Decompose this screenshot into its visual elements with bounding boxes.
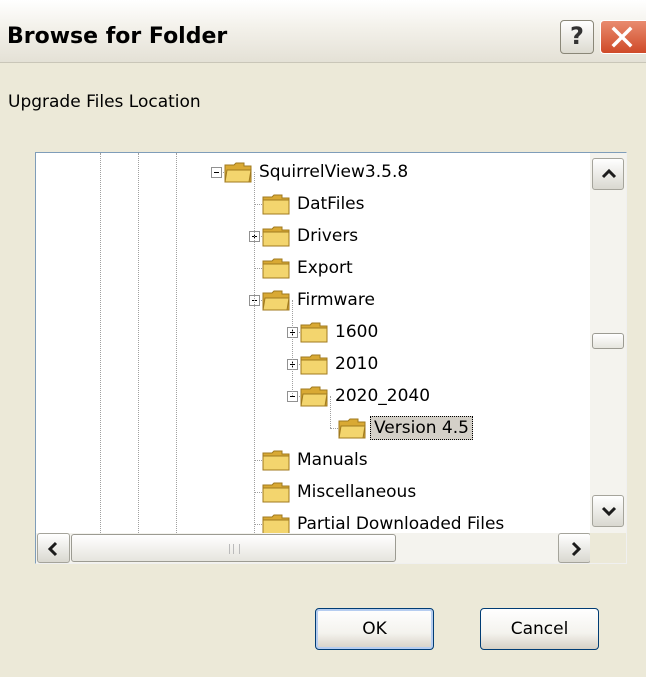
cancel-button[interactable]: Cancel (480, 608, 599, 650)
tree-connector (254, 268, 262, 269)
tree-item-label[interactable]: Manuals (294, 449, 371, 471)
tree-item-label[interactable]: 2020_2040 (332, 385, 433, 407)
tree-item-label[interactable]: Drivers (294, 225, 361, 247)
grip-icon (229, 544, 240, 554)
tree-connector (254, 524, 262, 525)
help-icon: ? (570, 22, 584, 50)
title-bar[interactable]: Browse for Folder ? (0, 0, 646, 63)
tree-connector (254, 492, 262, 493)
ok-button[interactable]: OK (315, 608, 434, 650)
tree-item-label[interactable]: Firmware (294, 289, 378, 311)
folder-icon (300, 353, 328, 375)
tree-guide-line (100, 153, 101, 533)
tree-connector (330, 396, 331, 428)
tree-item-label[interactable]: 1600 (332, 321, 381, 343)
folder-icon (338, 417, 366, 439)
chevron-down-icon (601, 506, 617, 517)
folder-icon (262, 289, 290, 311)
horizontal-scrollbar[interactable] (36, 533, 592, 563)
tree-item-label[interactable]: Version 4.5 (370, 416, 473, 440)
tree-item-label[interactable]: Export (294, 257, 356, 279)
folder-icon (262, 225, 290, 247)
help-button[interactable]: ? (560, 20, 594, 54)
tree-connector (292, 300, 293, 396)
tree-connector (330, 428, 338, 429)
tree-item-label[interactable]: Partial Downloaded Files (294, 513, 507, 535)
tree-connector (254, 172, 255, 541)
scroll-right-button[interactable] (558, 533, 591, 563)
folder-icon (300, 385, 328, 407)
tree-item-label[interactable]: 2010 (332, 353, 381, 375)
tree-connector (254, 460, 262, 461)
window-title: Browse for Folder (7, 24, 228, 49)
prompt-label: Upgrade Files Location (8, 92, 201, 112)
vertical-scrollbar[interactable] (590, 153, 626, 533)
scroll-left-button[interactable] (37, 533, 70, 563)
tree-guide-line (176, 153, 177, 533)
tree-item-label[interactable]: DatFiles (294, 193, 367, 215)
collapse-icon[interactable] (211, 167, 222, 178)
folder-icon (262, 513, 290, 535)
folder-icon (262, 257, 290, 279)
chevron-right-icon (571, 541, 582, 557)
tree-connector (254, 204, 262, 205)
chevron-left-icon (47, 541, 58, 557)
scroll-up-button[interactable] (592, 158, 624, 190)
tree-item-label[interactable]: SquirrelView3.5.8 (256, 161, 411, 183)
folder-icon (300, 321, 328, 343)
scrollbar-corner (590, 533, 626, 563)
tree-guide-line (138, 153, 139, 533)
browse-for-folder-dialog: Browse for Folder ? Upgrade Files Locati… (0, 0, 646, 677)
folder-icon (262, 449, 290, 471)
folder-icon (224, 161, 252, 183)
scroll-down-button[interactable] (592, 495, 624, 527)
chevron-up-icon (601, 168, 617, 179)
tree-item-label[interactable]: Miscellaneous (294, 481, 419, 503)
folder-icon (262, 193, 290, 215)
folder-tree[interactable]: SquirrelView3.5.8 DatFiles Drivers Export Fi… (35, 152, 627, 564)
close-button[interactable] (600, 20, 646, 54)
horizontal-scroll-thumb[interactable] (71, 534, 396, 562)
vertical-scroll-thumb[interactable] (592, 333, 624, 349)
folder-icon (262, 481, 290, 503)
close-icon (611, 26, 633, 48)
